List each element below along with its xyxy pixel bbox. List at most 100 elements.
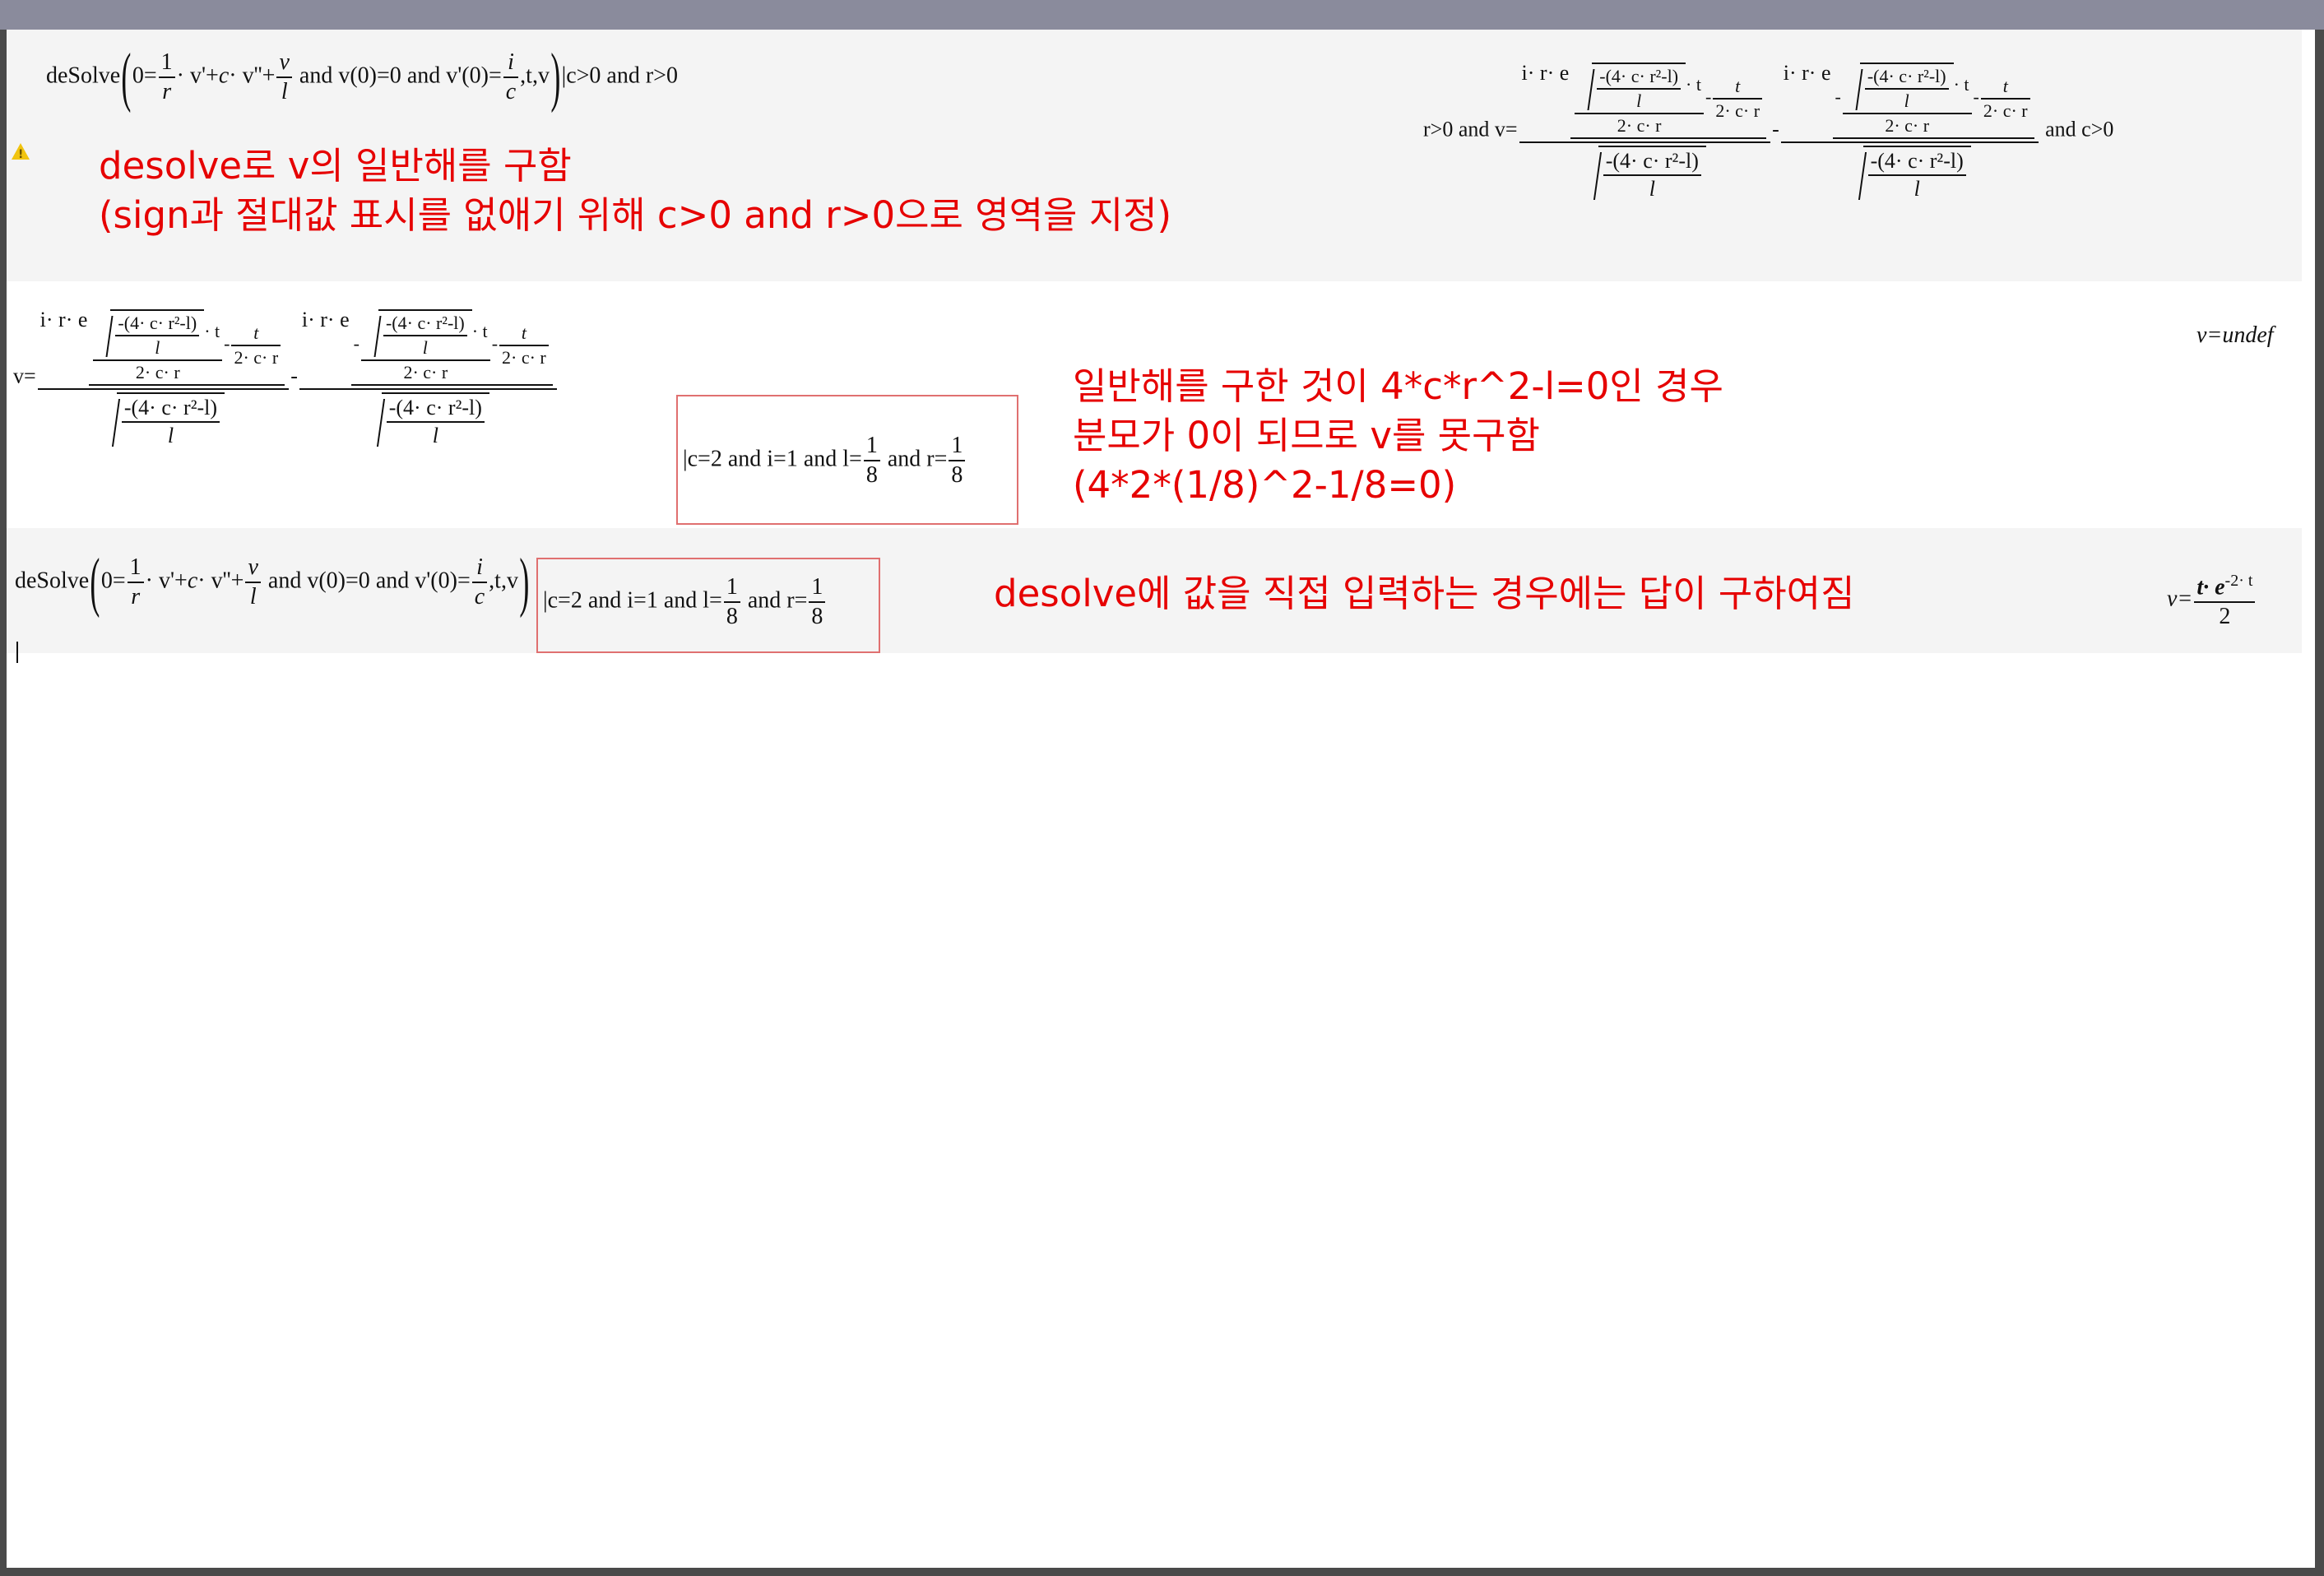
input-expression-3[interactable]: deSolve(0= 1 r · v'+c· v''+ v l and v(0)=0 an… xyxy=(15,546,531,619)
radicand-den: l xyxy=(167,424,174,447)
keyword-and: and xyxy=(406,63,441,89)
minus: - xyxy=(1705,86,1712,108)
var-c: c xyxy=(218,63,230,89)
t-num: t xyxy=(521,322,526,343)
denominator: c xyxy=(474,584,485,610)
initial-condition: v'(0)= xyxy=(415,568,471,594)
sqrt: -(4· c· r²-l) l xyxy=(1577,63,1686,110)
output-expression-1[interactable]: r>0 and v= i· r· e -(4· c· r²-l) l · t 2· c· … xyxy=(1423,63,2113,200)
annotation-line: (4*2*(1/8)^2-1/8=0) xyxy=(1073,462,1457,507)
annotation-line: 일반해를 구한 것이 4*c*r^2-l=0인 경우 xyxy=(1073,364,1723,408)
fraction: 18 xyxy=(949,434,966,488)
exp-den: 2· c· r xyxy=(1983,100,2028,121)
denominator: 8 xyxy=(726,604,738,629)
exp-den: 2· c· r xyxy=(1885,115,1930,136)
minus: - xyxy=(290,364,298,388)
fraction: 1r xyxy=(127,556,144,609)
output-suffix: and c>0 xyxy=(2045,117,2114,141)
denominator: l xyxy=(281,79,288,104)
input-expression-1[interactable]: deSolve(0= 1 r · v'+c· v''+ v l and v(0)=0 an… xyxy=(46,41,678,114)
minus: - xyxy=(224,333,230,355)
radicand-den: l xyxy=(155,337,160,358)
keyword-and: and xyxy=(375,568,410,594)
sqrt: -(4· c· r²-l) l xyxy=(1849,146,1971,200)
output-expression-2[interactable]: v=undef xyxy=(2196,324,2274,347)
output-expression-3[interactable]: v= t· e-2· t 2 xyxy=(2167,572,2257,628)
fraction: ic xyxy=(503,49,519,104)
coefficient: i· r· e xyxy=(39,308,88,331)
fraction: vl xyxy=(245,554,261,609)
calculator-document[interactable]: ! deSolve(0= 1 r · v'+c· v''+ v l and v(0)=0 … xyxy=(7,30,2315,1568)
numerator: 1 xyxy=(863,434,880,461)
right-paren: ) xyxy=(519,546,530,619)
minus: - xyxy=(1772,117,1779,141)
variables: ,t,v xyxy=(520,63,550,89)
exponent: -(4· c· r²-l) l · t 2· c· r - t 2· c· r xyxy=(89,309,285,386)
minus: - xyxy=(1835,86,1841,108)
exp-fraction: -(4· c· r²-l) l · t 2· c· r xyxy=(93,309,223,382)
exp-tail: · t xyxy=(204,321,220,342)
numerator: i xyxy=(508,49,514,75)
numerator: 1 xyxy=(127,556,144,583)
radicand-num: -(4· c· r²-l) xyxy=(121,397,220,423)
denominator: 8 xyxy=(951,462,963,488)
radicand-den: l xyxy=(1636,90,1642,111)
fraction: ic xyxy=(471,556,488,610)
exp-fraction: t 2· c· r xyxy=(1713,77,1763,120)
exp-fraction: t 2· c· r xyxy=(1980,77,2030,121)
history-entry-2[interactable]: v= i· r· e -(4· c· r²-l) l · t 2· c· r - t 2· c·… xyxy=(7,281,2302,558)
numerator: v xyxy=(248,554,258,580)
variables: ,t,v xyxy=(489,568,518,594)
exp-fraction: t 2· c· r xyxy=(231,324,281,367)
output-prefix: r>0 and v= xyxy=(1423,117,1518,141)
input-expression-2[interactable]: v= i· r· e -(4· c· r²-l) l · t 2· c· r - t 2· c·… xyxy=(13,309,559,447)
keyword-and: and xyxy=(267,568,302,594)
sqrt: -(4· c· r²-l) l xyxy=(1845,63,1954,110)
radicand-den: l xyxy=(1904,90,1909,111)
radicand: -(4· c· r²-l) l xyxy=(1597,67,1682,111)
solution-term: i· r· e -(4· c· r²-l) l · t 2· c· r - t 2· c· r… xyxy=(37,308,290,447)
sqrt: -(4· c· r²-l) l xyxy=(95,309,205,358)
radicand-den: l xyxy=(1913,177,1920,201)
radicand-num: -(4· c· r²-l) xyxy=(1864,67,1949,90)
right-paren: ) xyxy=(550,41,561,114)
radicand-num: -(4· c· r²-l) xyxy=(386,397,485,423)
minus: - xyxy=(491,333,499,355)
exp-fraction: -(4· c· r²-l) l · t 2· c· r xyxy=(1575,63,1704,135)
function-name: deSolve xyxy=(15,568,90,594)
history-entry-1[interactable]: ! deSolve(0= 1 r · v'+c· v''+ v l and v(0)=0 … xyxy=(7,30,2302,281)
solution-term: i· r· e - -(4· c· r²-l) l · t 2· c· r - t 2· c· … xyxy=(1780,63,2039,200)
denominator: r xyxy=(162,79,172,104)
coefficient: i· r· e xyxy=(1521,61,1570,85)
fraction: 18 xyxy=(723,576,740,629)
annotation-line: desolve에 값을 직접 입력하는 경우에는 답이 구하여짐 xyxy=(994,572,1855,615)
term: · v''+ xyxy=(197,568,244,594)
numerator: v xyxy=(279,49,290,75)
constraint-3: |c=2 and i=1 and l= 1 8 and r= 1 8 xyxy=(543,576,827,628)
radicand: -(4· c· r²-l) l xyxy=(121,397,220,447)
exponent: -(4· c· r²-l) l · t 2· c· r - t 2· c· r xyxy=(1570,63,1767,139)
minus: - xyxy=(1973,86,1979,108)
annotation-3: desolve에 값을 직접 입력하는 경우에는 답이 구하여짐 xyxy=(994,569,1854,619)
constraint-text: and r= xyxy=(887,446,948,472)
term: · v''+ xyxy=(229,63,276,89)
eq-lhs: 0= xyxy=(132,63,157,89)
exp-den: 2· c· r xyxy=(135,362,180,382)
exp-den: 2· c· r xyxy=(403,362,448,382)
sqrt: -(4· c· r²-l) l xyxy=(364,309,472,357)
denominator: 8 xyxy=(865,462,878,488)
numerator: 1 xyxy=(158,51,175,78)
numerator: 1 xyxy=(949,434,966,461)
annotation-2: 일반해를 구한 것이 4*c*r^2-l=0인 경우 분모가 0이 되므로 v를… xyxy=(1073,362,1723,510)
exp-fraction: t 2· c· r xyxy=(499,324,549,367)
entry-line-cursor[interactable] xyxy=(16,642,18,663)
sqrt: -(4· c· r²-l) l xyxy=(1584,146,1706,200)
radicand-num: -(4· c· r²-l) xyxy=(115,314,200,336)
annotation-line: desolve로 v의 일반해를 구함 xyxy=(99,144,572,188)
exp-tail: · t xyxy=(1686,74,1701,95)
denominator: c xyxy=(505,79,517,104)
constraint-text: c=2 and i=1 and l= xyxy=(547,587,722,614)
exponent: - -(4· c· r²-l) l · t 2· c· r - t 2· c· r xyxy=(350,309,553,386)
numerator: 1 xyxy=(809,576,826,603)
history-entry-3[interactable]: deSolve(0= 1 r · v'+c· v''+ v l and v(0)=0 an… xyxy=(7,528,2302,653)
